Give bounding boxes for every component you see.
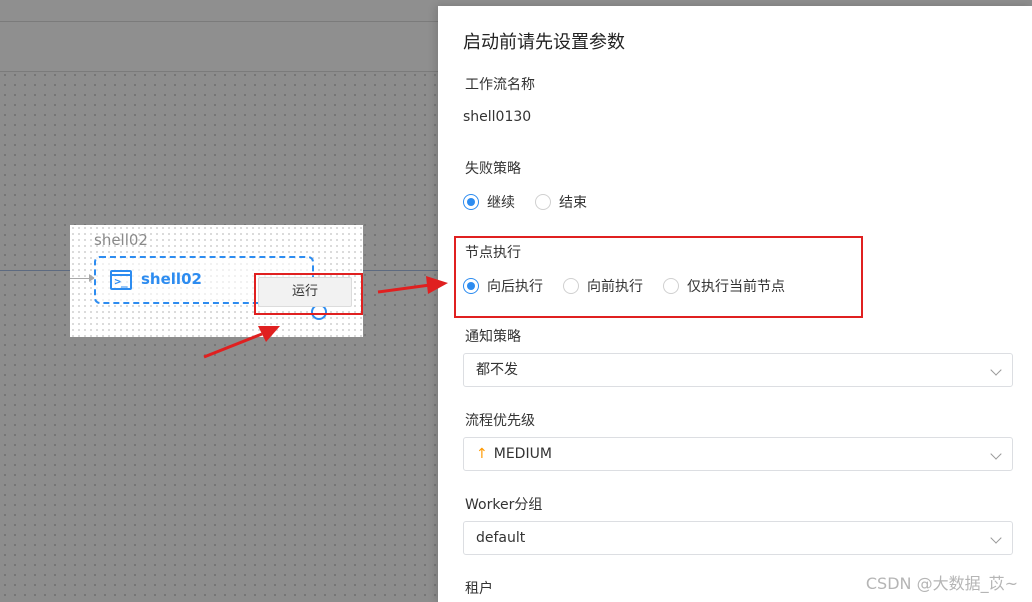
priority-select[interactable]: ↑ MEDIUM	[463, 437, 1013, 471]
dag-edge-out	[362, 270, 438, 271]
canvas-top-bar	[0, 0, 438, 22]
priority-value: MEDIUM	[493, 446, 552, 462]
node-input-arrow	[70, 274, 95, 282]
radio-unchecked-icon	[535, 194, 551, 210]
node-caption: shell02	[94, 231, 148, 249]
dag-edge-in	[0, 270, 72, 271]
arrow-up-icon: ↑	[476, 446, 488, 462]
worker-group-value: default	[476, 530, 526, 546]
node-exec-highlight-box	[454, 236, 863, 318]
dag-canvas[interactable]: shell02 >_ shell02 运行	[0, 0, 438, 602]
tenant-label: 租户	[465, 581, 493, 597]
canvas-toolbar	[0, 22, 438, 72]
run-highlight-box	[254, 273, 363, 315]
drawer-title: 启动前请先设置参数	[463, 32, 625, 53]
terminal-icon: >_	[110, 270, 132, 290]
worker-group-select[interactable]: default	[463, 521, 1013, 555]
radio-checked-icon	[463, 194, 479, 210]
watermark: CSDN @大数据_苡~	[865, 574, 1018, 593]
failure-strategy-label: 失败策略	[465, 161, 521, 177]
node-title: shell02	[141, 270, 202, 288]
failure-strategy-radios: 继续 结束	[463, 192, 607, 212]
notify-strategy-select[interactable]: 都不发	[463, 353, 1013, 387]
chevron-down-icon	[990, 532, 1002, 544]
radio-end[interactable]: 结束	[535, 192, 587, 212]
workflow-name-value: shell0130	[463, 109, 532, 125]
chevron-down-icon	[990, 364, 1002, 376]
notify-strategy-label: 通知策略	[465, 329, 521, 345]
radio-continue[interactable]: 继续	[463, 192, 515, 212]
priority-label: 流程优先级	[465, 413, 535, 429]
notify-strategy-value: 都不发	[476, 362, 518, 378]
chevron-down-icon	[990, 448, 1002, 460]
worker-group-label: Worker分组	[465, 497, 543, 513]
workflow-name-label: 工作流名称	[465, 77, 535, 93]
